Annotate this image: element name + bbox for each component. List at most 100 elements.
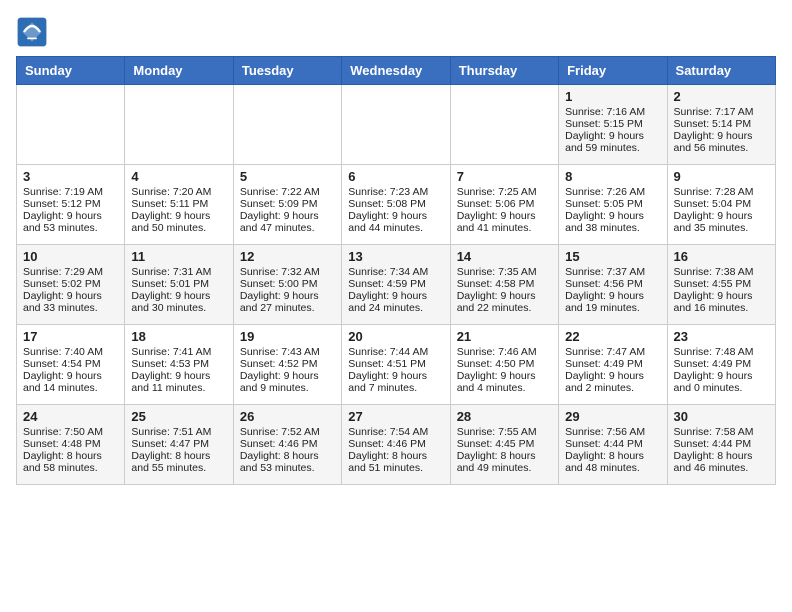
day-info: Sunrise: 7:19 AM [23, 186, 118, 198]
day-number: 14 [457, 249, 552, 264]
day-info: Daylight: 9 hours and 30 minutes. [131, 290, 226, 314]
calendar-cell: 21Sunrise: 7:46 AMSunset: 4:50 PMDayligh… [450, 325, 558, 405]
day-info: Sunset: 5:00 PM [240, 278, 335, 290]
day-info: Daylight: 9 hours and 14 minutes. [23, 370, 118, 394]
day-info: Sunrise: 7:43 AM [240, 346, 335, 358]
day-info: Sunrise: 7:41 AM [131, 346, 226, 358]
header-cell-sunday: Sunday [17, 57, 125, 85]
calendar-cell: 15 Sunrise: 7:37 AMSunset: 4:56 PMDayligh… [559, 245, 667, 325]
day-info: Daylight: 9 hours and 59 minutes. [565, 130, 660, 154]
day-info: Daylight: 8 hours and 49 minutes. [457, 450, 552, 474]
day-info: Sunrise: 7:25 AM [457, 186, 552, 198]
day-number: 6 [348, 169, 443, 184]
day-info: Daylight: 9 hours and 16 minutes. [674, 290, 769, 314]
day-info: Sunset: 4:50 PM [457, 358, 552, 370]
calendar-cell: 30Sunrise: 7:58 AMSunset: 4:44 PMDayligh… [667, 405, 775, 485]
calendar-cell: 29Sunrise: 7:56 AMSunset: 4:44 PMDayligh… [559, 405, 667, 485]
day-number: 28 [457, 409, 552, 424]
day-info: Sunset: 5:06 PM [457, 198, 552, 210]
day-info: Sunrise: 7:47 AM [565, 346, 660, 358]
day-info: Sunset: 4:55 PM [674, 278, 769, 290]
day-info: Sunrise: 7:37 AM [565, 266, 660, 278]
calendar-cell: 7Sunrise: 7:25 AMSunset: 5:06 PMDaylight… [450, 165, 558, 245]
day-number: 8 [565, 169, 660, 184]
day-info: Sunrise: 7:29 AM [23, 266, 118, 278]
day-info: Sunset: 4:54 PM [23, 358, 118, 370]
calendar-cell: 1Sunrise: 7:16 AMSunset: 5:15 PMDaylight… [559, 85, 667, 165]
day-info: Sunrise: 7:54 AM [348, 426, 443, 438]
header-cell-thursday: Thursday [450, 57, 558, 85]
day-info: Sunrise: 7:34 AM [348, 266, 443, 278]
day-number: 25 [131, 409, 226, 424]
week-row-3: 10Sunrise: 7:29 AMSunset: 5:02 PMDayligh… [17, 245, 776, 325]
day-number: 12 [240, 249, 335, 264]
day-info: Sunrise: 7:38 AM [674, 266, 769, 278]
day-info: Daylight: 9 hours and 50 minutes. [131, 210, 226, 234]
day-info: Sunset: 4:46 PM [348, 438, 443, 450]
calendar-body: 1Sunrise: 7:16 AMSunset: 5:15 PMDaylight… [17, 85, 776, 485]
day-info: Daylight: 9 hours and 33 minutes. [23, 290, 118, 314]
day-number: 5 [240, 169, 335, 184]
day-number: 4 [131, 169, 226, 184]
day-number: 15 [565, 249, 660, 264]
day-number: 20 [348, 329, 443, 344]
day-info: Sunrise: 7:55 AM [457, 426, 552, 438]
day-info: Daylight: 9 hours and 56 minutes. [674, 130, 769, 154]
day-info: Sunset: 4:51 PM [348, 358, 443, 370]
calendar-cell: 28 Sunrise: 7:55 AMSunset: 4:45 PMDayligh… [450, 405, 558, 485]
day-info: Sunrise: 7:58 AM [674, 426, 769, 438]
day-number: 21 [457, 329, 552, 344]
header-cell-friday: Friday [559, 57, 667, 85]
day-info: Sunrise: 7:32 AM [240, 266, 335, 278]
day-info: Sunset: 4:52 PM [240, 358, 335, 370]
day-info: Daylight: 9 hours and 19 minutes. [565, 290, 660, 314]
day-info: Sunset: 4:58 PM [457, 278, 552, 290]
week-row-5: 24Sunrise: 7:50 AMSunset: 4:48 PMDayligh… [17, 405, 776, 485]
day-info: Sunset: 4:45 PM [457, 438, 552, 450]
day-info: Daylight: 9 hours and 53 minutes. [23, 210, 118, 234]
day-number: 2 [674, 89, 769, 104]
calendar-cell: 9Sunrise: 7:28 AMSunset: 5:04 PMDaylight… [667, 165, 775, 245]
calendar-cell: 3Sunrise: 7:19 AMSunset: 5:12 PMDaylight… [17, 165, 125, 245]
calendar-cell: 26Sunrise: 7:52 AMSunset: 4:46 PMDayligh… [233, 405, 341, 485]
day-number: 19 [240, 329, 335, 344]
calendar-cell: 11Sunrise: 7:31 AMSunset: 5:01 PMDayligh… [125, 245, 233, 325]
day-info: Sunset: 4:56 PM [565, 278, 660, 290]
day-info: Sunrise: 7:26 AM [565, 186, 660, 198]
day-info: Sunset: 5:01 PM [131, 278, 226, 290]
calendar-cell: 10Sunrise: 7:29 AMSunset: 5:02 PMDayligh… [17, 245, 125, 325]
calendar-cell [233, 85, 341, 165]
day-info: Daylight: 9 hours and 7 minutes. [348, 370, 443, 394]
day-number: 27 [348, 409, 443, 424]
day-info: Sunset: 4:49 PM [674, 358, 769, 370]
day-info: Sunrise: 7:48 AM [674, 346, 769, 358]
calendar-cell: 17Sunrise: 7:40 AMSunset: 4:54 PMDayligh… [17, 325, 125, 405]
day-info: Daylight: 8 hours and 48 minutes. [565, 450, 660, 474]
calendar-cell [342, 85, 450, 165]
calendar-cell: 13Sunrise: 7:34 AMSunset: 4:59 PMDayligh… [342, 245, 450, 325]
day-info: Daylight: 8 hours and 55 minutes. [131, 450, 226, 474]
day-info: Sunrise: 7:16 AM [565, 106, 660, 118]
calendar-cell: 23Sunrise: 7:48 AMSunset: 4:49 PMDayligh… [667, 325, 775, 405]
calendar-header: SundayMondayTuesdayWednesdayThursdayFrid… [17, 57, 776, 85]
day-number: 22 [565, 329, 660, 344]
day-info: Sunset: 5:15 PM [565, 118, 660, 130]
header-cell-tuesday: Tuesday [233, 57, 341, 85]
day-info: Daylight: 9 hours and 35 minutes. [674, 210, 769, 234]
day-info: Sunrise: 7:50 AM [23, 426, 118, 438]
calendar-cell: 12Sunrise: 7:32 AMSunset: 5:00 PMDayligh… [233, 245, 341, 325]
day-info: Daylight: 9 hours and 24 minutes. [348, 290, 443, 314]
day-info: Daylight: 8 hours and 51 minutes. [348, 450, 443, 474]
day-number: 11 [131, 249, 226, 264]
day-info: Sunset: 4:49 PM [565, 358, 660, 370]
day-info: Sunset: 4:44 PM [674, 438, 769, 450]
day-info: Daylight: 9 hours and 41 minutes. [457, 210, 552, 234]
day-info: Sunrise: 7:35 AM [457, 266, 552, 278]
day-info: Daylight: 8 hours and 58 minutes. [23, 450, 118, 474]
calendar-cell [125, 85, 233, 165]
day-info: Sunset: 5:08 PM [348, 198, 443, 210]
calendar-cell [450, 85, 558, 165]
day-info: Sunrise: 7:28 AM [674, 186, 769, 198]
page-header [16, 16, 776, 48]
day-info: Daylight: 9 hours and 2 minutes. [565, 370, 660, 394]
